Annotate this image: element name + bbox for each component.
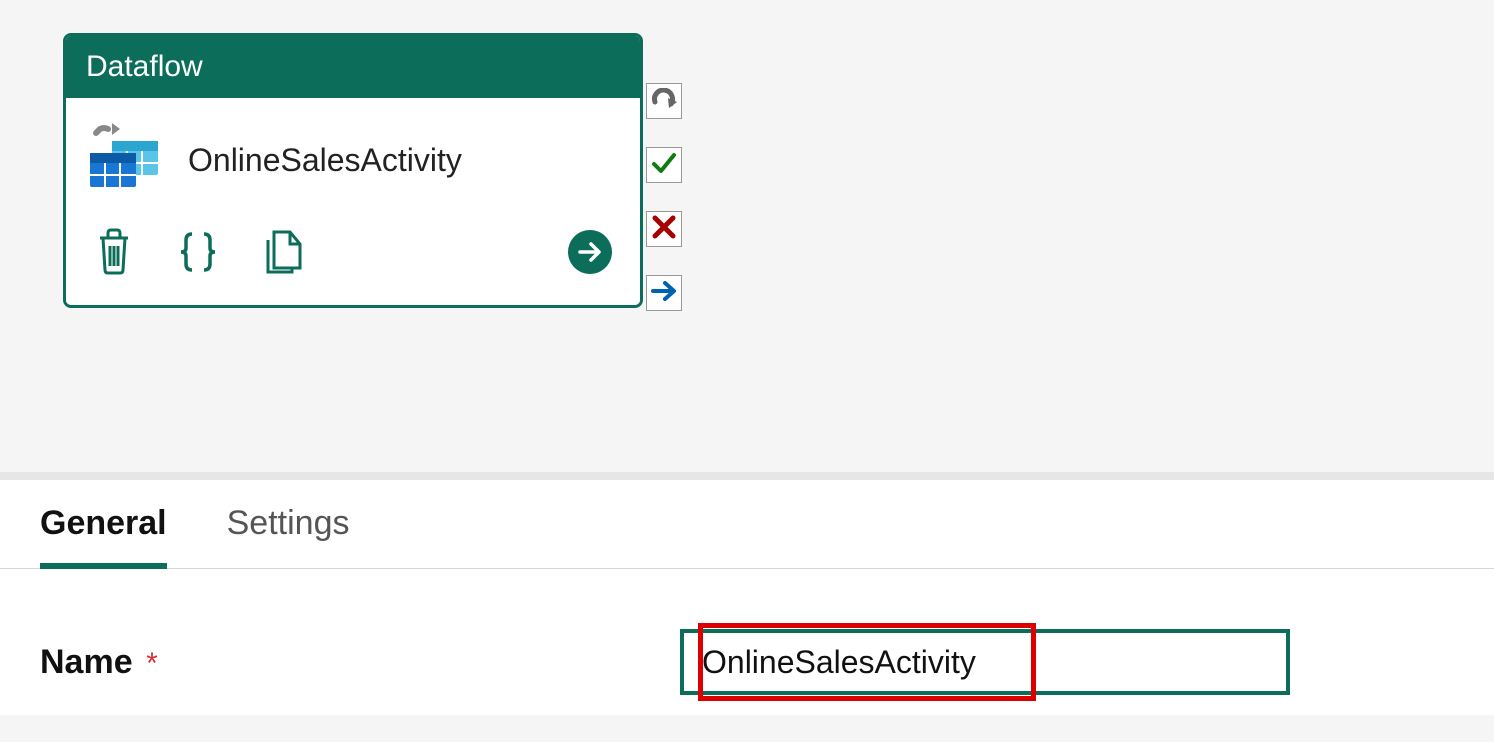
arrow-right-icon: [651, 280, 677, 307]
success-handle[interactable]: [646, 147, 682, 183]
name-input[interactable]: [680, 629, 1290, 695]
tab-settings[interactable]: Settings: [227, 504, 350, 568]
skip-handle[interactable]: [646, 275, 682, 311]
name-form-row: Name *: [0, 569, 1494, 715]
copy-icon[interactable]: [262, 228, 306, 281]
properties-panel: General Settings Name *: [0, 472, 1494, 715]
dataflow-activity-card[interactable]: Dataflow OnlineSales: [63, 33, 643, 308]
failure-handle[interactable]: [646, 211, 682, 247]
arrow-circle-icon[interactable]: [568, 230, 612, 279]
retry-icon: [651, 88, 677, 115]
braces-icon[interactable]: [174, 228, 222, 281]
tab-general[interactable]: General: [40, 504, 167, 569]
activity-type-header: Dataflow: [66, 36, 640, 98]
check-icon: [651, 151, 677, 180]
activity-status-handles: [646, 83, 682, 311]
pipeline-canvas[interactable]: Dataflow OnlineSales: [0, 0, 1494, 460]
tab-general-label: General: [40, 504, 167, 542]
trash-icon[interactable]: [94, 228, 134, 281]
retry-handle[interactable]: [646, 83, 682, 119]
name-input-wrapper: [680, 629, 1290, 695]
activity-name-display: OnlineSalesActivity: [188, 142, 462, 179]
tab-settings-label: Settings: [227, 504, 350, 542]
activity-body: OnlineSalesActivity: [66, 98, 640, 208]
dataflow-icon: [86, 123, 164, 198]
required-indicator: *: [146, 647, 158, 680]
tabs: General Settings: [0, 480, 1494, 569]
name-label: Name *: [40, 643, 680, 682]
x-icon: [652, 215, 676, 244]
activity-footer: [66, 208, 640, 305]
activity-type-label: Dataflow: [86, 50, 203, 83]
